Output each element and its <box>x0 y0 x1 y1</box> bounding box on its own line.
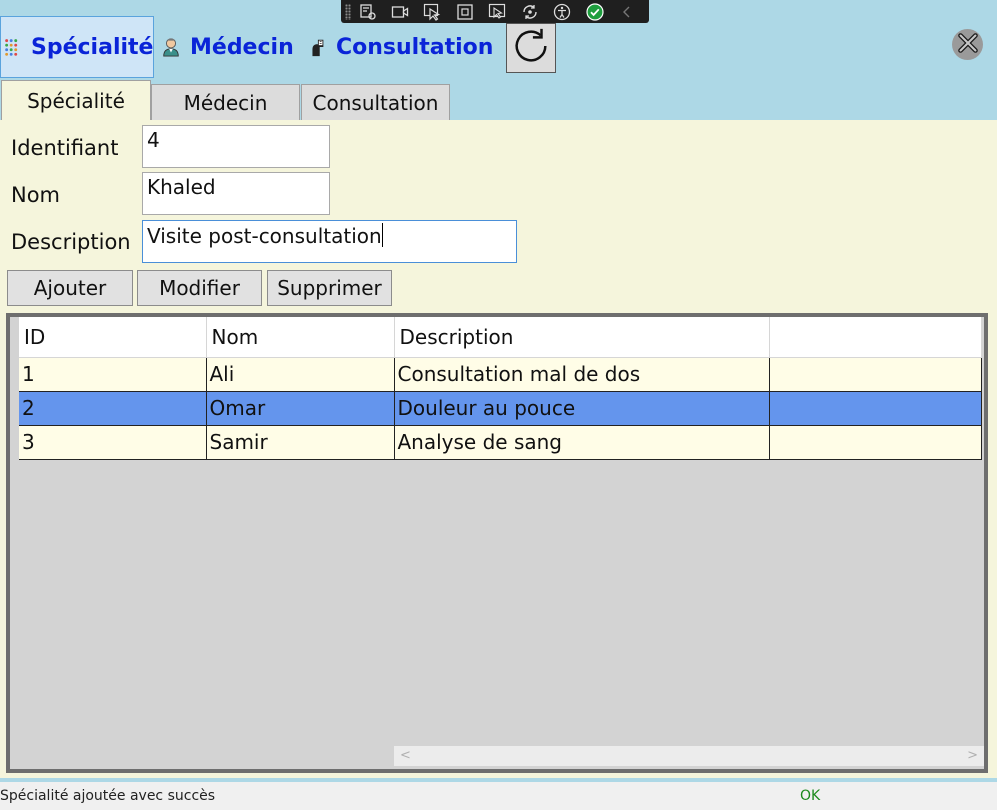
hot-reload-icon[interactable] <box>519 2 540 22</box>
scroll-right-icon[interactable]: > <box>967 748 978 763</box>
cell-id[interactable]: 3 <box>19 425 207 460</box>
cell-description[interactable]: Consultation mal de dos <box>394 357 770 392</box>
cell-filler <box>769 425 982 460</box>
text-caret <box>381 223 383 247</box>
cell-id[interactable]: 2 <box>19 391 207 426</box>
checkmark-icon[interactable] <box>584 2 605 22</box>
layout-adorner-icon[interactable] <box>454 2 475 22</box>
horizontal-scrollbar[interactable]: < > <box>394 746 984 766</box>
cell-filler <box>769 391 982 426</box>
status-message: Spécialité ajoutée avec succès <box>0 788 216 804</box>
nom-value: Khaled <box>147 175 216 199</box>
ajouter-button[interactable]: Ajouter <box>7 270 133 306</box>
column-header-id[interactable]: ID <box>19 317 207 358</box>
menu-item-specialite[interactable]: Spécialité <box>0 16 154 78</box>
table-row-selected[interactable]: 2 Omar Douleur au pouce <box>19 391 982 426</box>
tab-strip: Spécialité Médecin Consultation <box>0 78 997 120</box>
menu-item-consultation[interactable]: Consultation <box>306 16 493 78</box>
grid-header-row: ID Nom Description <box>19 317 982 358</box>
consultation-icon <box>306 36 328 58</box>
cell-nom[interactable]: Omar <box>206 391 395 426</box>
nom-field[interactable]: Khaled <box>142 172 330 215</box>
collapse-chevron-icon[interactable] <box>616 2 637 22</box>
modifier-button[interactable]: Modifier <box>137 270 262 306</box>
tab-medecin[interactable]: Médecin <box>151 84 300 120</box>
display-layout-icon[interactable] <box>487 2 508 22</box>
menu-label-specialite: Spécialité <box>31 34 154 60</box>
column-header-description[interactable]: Description <box>394 317 770 358</box>
status-bar: Spécialité ajoutée avec succès OK <box>0 782 997 810</box>
close-button[interactable] <box>952 29 983 60</box>
cell-nom[interactable]: Ali <box>206 357 395 392</box>
description-label: Description <box>11 230 131 254</box>
menu-item-medecin[interactable]: Médecin <box>160 16 294 78</box>
app-window: Spécialité Médecin Consultation Spéciali… <box>0 0 997 810</box>
identifiant-value: 4 <box>147 128 160 152</box>
scroll-left-icon[interactable]: < <box>400 748 411 763</box>
identifiant-label: Identifiant <box>11 136 119 160</box>
menu-bar: Spécialité Médecin Consultation <box>0 16 997 78</box>
identifiant-field[interactable]: 4 <box>142 125 330 168</box>
column-header-filler <box>769 317 982 358</box>
tab-consultation[interactable]: Consultation <box>301 84 450 120</box>
supprimer-button[interactable]: Supprimer <box>267 270 392 306</box>
status-state: OK <box>800 788 821 804</box>
select-element-icon[interactable] <box>357 2 378 22</box>
specialite-table: ID Nom Description 1 Ali Consultation ma… <box>19 317 982 460</box>
cell-filler <box>769 357 982 392</box>
refresh-button[interactable] <box>506 23 556 73</box>
refresh-icon <box>510 25 552 71</box>
description-field[interactable]: Visite post-consultation <box>142 220 517 263</box>
column-header-nom[interactable]: Nom <box>206 317 395 358</box>
description-value: Visite post-consultation <box>147 224 382 248</box>
cell-id[interactable]: 1 <box>19 357 207 392</box>
nom-label: Nom <box>11 183 61 207</box>
table-row[interactable]: 3 Samir Analyse de sang <box>19 425 982 460</box>
table-row[interactable]: 1 Ali Consultation mal de dos <box>19 357 982 392</box>
specialty-grid-icon <box>3 36 23 58</box>
doctor-icon <box>160 36 182 58</box>
menu-label-medecin: Médecin <box>190 34 294 60</box>
cell-description[interactable]: Analyse de sang <box>394 425 770 460</box>
specialite-grid[interactable]: ID Nom Description 1 Ali Consultation ma… <box>6 313 988 773</box>
pointer-select-icon[interactable] <box>422 2 443 22</box>
tab-specialite[interactable]: Spécialité <box>1 80 151 120</box>
accessibility-icon[interactable] <box>552 2 573 22</box>
debug-toolbar <box>341 0 649 23</box>
cell-description[interactable]: Douleur au pouce <box>394 391 770 426</box>
specialite-panel: Identifiant 4 Nom Khaled Description Vis… <box>0 120 997 778</box>
menu-label-consultation: Consultation <box>336 34 494 60</box>
toolbar-grip[interactable] <box>345 3 351 20</box>
close-icon <box>954 29 982 61</box>
cell-nom[interactable]: Samir <box>206 425 395 460</box>
video-icon[interactable] <box>389 2 410 22</box>
